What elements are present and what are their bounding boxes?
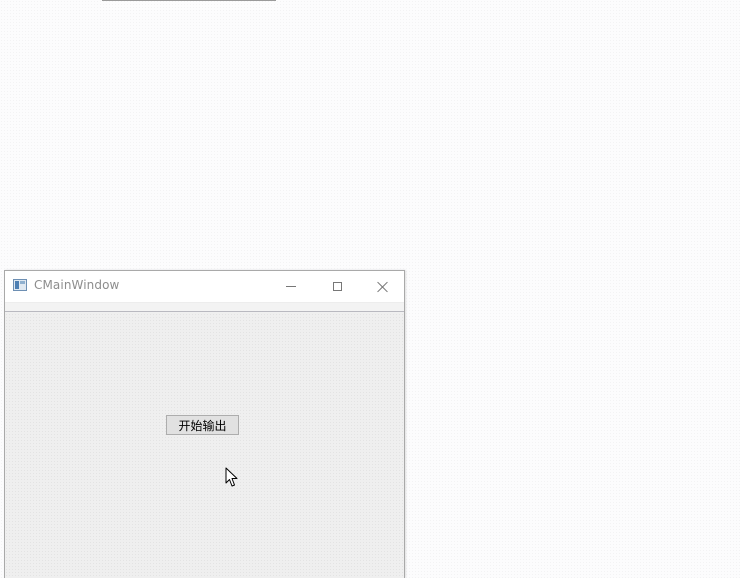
start-output-button[interactable]: 开始输出 <box>166 415 239 435</box>
mouse-pointer-icon <box>225 467 238 487</box>
close-button[interactable] <box>360 271 406 302</box>
maximize-icon <box>332 282 342 291</box>
app-window-icon <box>13 279 27 291</box>
title-bar[interactable]: CMainWindow <box>5 271 404 302</box>
window-title: CMainWindow <box>34 278 120 292</box>
minimize-button[interactable] <box>268 271 314 302</box>
maximize-button[interactable] <box>314 271 360 302</box>
close-icon <box>377 281 389 293</box>
main-window: CMainWindow 开始输出 <box>4 270 405 578</box>
minimize-icon <box>286 286 296 287</box>
menu-bar <box>5 302 404 312</box>
client-area: 开始输出 <box>5 313 404 578</box>
partial-line <box>102 0 276 1</box>
